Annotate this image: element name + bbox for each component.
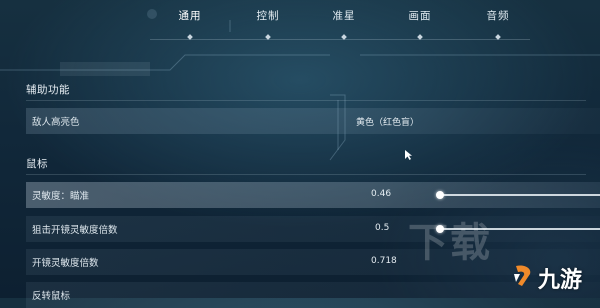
tab-controls[interactable]: 控制 [238,8,298,40]
setting-label: 反转鼠标 [32,291,71,302]
setting-label: 狙击开镜灵敏度倍数 [32,225,118,236]
tab-divider [150,39,530,40]
setting-label: 敌人高亮色 [32,117,80,128]
scope-multiplier-value: 0.718 [371,256,397,266]
aim-sensitivity-slider[interactable] [440,194,600,196]
tab-label: 准星 [332,10,356,22]
mouse-cursor-icon [405,150,412,160]
tab-general[interactable]: 通用 [160,8,220,40]
tab-label: 通用 [178,10,202,22]
logo-mark-icon [514,265,531,286]
section-divider [26,174,586,175]
setting-row-aim-sensitivity[interactable]: 灵敏度：瞄准 0.46 [26,182,600,208]
setting-row-enemy-highlight-color[interactable]: 敌人高亮色 黄色（红色盲） [26,108,600,134]
enemy-highlight-color-select[interactable]: 黄色（红色盲） [356,115,419,128]
sniper-scope-multiplier-value: 0.5 [375,223,390,233]
setting-row-sniper-scope-multiplier[interactable]: 狙击开镜灵敏度倍数 0.5 [26,216,600,242]
watermark-logo: 九游 [508,256,598,296]
tab-label: 音频 [486,10,510,22]
aim-sensitivity-value: 0.46 [371,189,392,199]
tab-video[interactable]: 画面 [390,8,450,40]
watermark-text: 下载 [408,220,492,266]
section-divider [26,100,586,101]
aim-sensitivity-slider-handle[interactable] [436,191,444,199]
tab-audio[interactable]: 音频 [468,8,528,40]
section-title-mouse: 鼠标 [26,158,48,170]
setting-label: 开镜灵敏度倍数 [32,258,99,269]
tab-crosshair[interactable]: 准星 [314,8,374,40]
settings-tab-bar: 通用 控制 准星 画面 音频 [150,8,530,42]
setting-label: 灵敏度：瞄准 [32,191,90,202]
logo-text: 九游 [538,268,583,293]
section-title-accessibility: 辅助功能 [26,84,70,96]
tab-label: 控制 [256,10,280,22]
tab-label: 画面 [408,10,432,22]
